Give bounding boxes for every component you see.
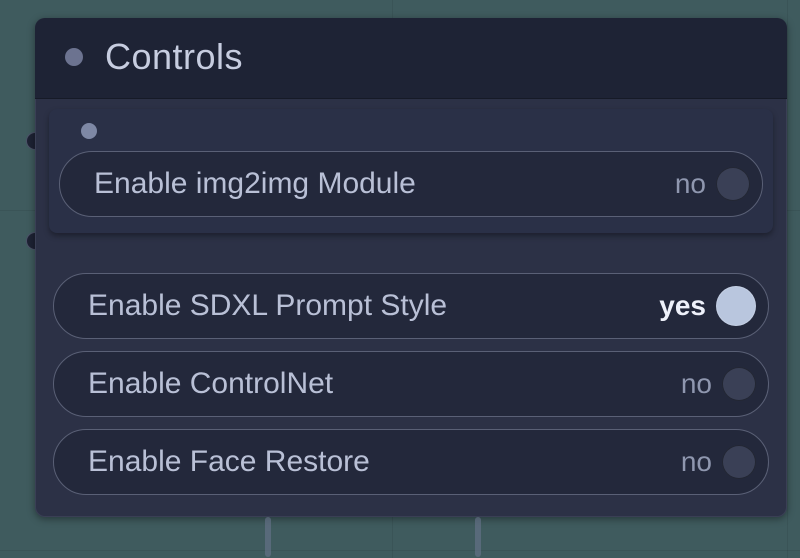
toggle-enable-face-restore[interactable]: Enable Face Restore no	[53, 429, 769, 495]
panel-collapse-dot-icon[interactable]	[65, 48, 83, 66]
toggle-label: Enable ControlNet	[88, 367, 333, 401]
toggle-value: yes	[659, 290, 706, 322]
toggle-knob-icon	[722, 445, 756, 479]
spacer	[53, 233, 769, 261]
toggle-value: no	[681, 368, 712, 400]
toggle-label: Enable Face Restore	[88, 445, 370, 479]
toggle-knob-icon	[722, 367, 756, 401]
output-wire	[475, 517, 481, 557]
panel-body: Enable img2img Module no Enable SDXL Pro…	[35, 99, 787, 517]
toggle-enable-img2img[interactable]: Enable img2img Module no	[59, 151, 763, 217]
toggle-knob-icon	[716, 167, 750, 201]
toggle-enable-sdxl-prompt-style[interactable]: Enable SDXL Prompt Style yes	[53, 273, 769, 339]
output-wire	[265, 517, 271, 557]
toggle-knob-icon	[716, 286, 756, 326]
toggle-value: no	[675, 168, 706, 200]
controls-panel: Controls Enable img2img Module no Enable…	[35, 18, 787, 517]
panel-header[interactable]: Controls	[35, 18, 787, 99]
panel-title: Controls	[105, 36, 243, 78]
panel-section: Enable img2img Module no	[49, 109, 773, 233]
toggle-label: Enable SDXL Prompt Style	[88, 289, 447, 323]
toggle-label: Enable img2img Module	[94, 167, 416, 201]
toggle-value: no	[681, 446, 712, 478]
section-handle-dot-icon[interactable]	[81, 123, 97, 139]
toggle-enable-controlnet[interactable]: Enable ControlNet no	[53, 351, 769, 417]
